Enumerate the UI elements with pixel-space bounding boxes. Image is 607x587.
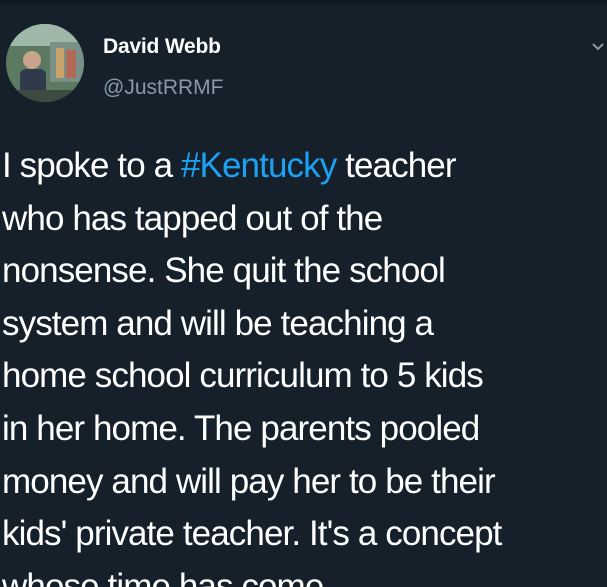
tweet-line: nonsense. She quit the school — [2, 251, 446, 291]
tweet-line-text: I spoke to a — [2, 146, 181, 185]
tweet-author: David Webb @JustRRMF — [103, 34, 223, 101]
tweet-line: kids' private teacher. It's a concept — [2, 514, 502, 554]
tweet-line: whose time has come — [2, 566, 324, 587]
chevron-down-icon[interactable] — [591, 40, 605, 54]
tweet-line-text: teacher — [336, 146, 456, 185]
avatar[interactable] — [6, 24, 84, 102]
avatar-photo — [6, 24, 84, 102]
previous-tweet-edge — [0, 0, 607, 8]
hashtag-link[interactable]: #Kentucky — [181, 146, 337, 185]
author-name[interactable]: David Webb — [103, 34, 223, 60]
tweet-line: I spoke to a #Kentucky teacher — [2, 140, 607, 193]
tweet-card: David Webb @JustRRMF I spoke to a #Kentu… — [0, 0, 607, 587]
tweet-line: who has tapped out of the — [2, 198, 383, 238]
tweet-line: home school curriculum to 5 kids — [2, 356, 484, 396]
author-handle[interactable]: @JustRRMF — [103, 75, 223, 101]
tweet-line: system and will be teaching a — [2, 303, 434, 343]
tweet-text: I spoke to a #Kentucky teacher who has t… — [2, 140, 607, 587]
tweet-line: money and will pay her to be their — [2, 461, 496, 501]
tweet-line: in her home. The parents pooled — [2, 408, 480, 448]
